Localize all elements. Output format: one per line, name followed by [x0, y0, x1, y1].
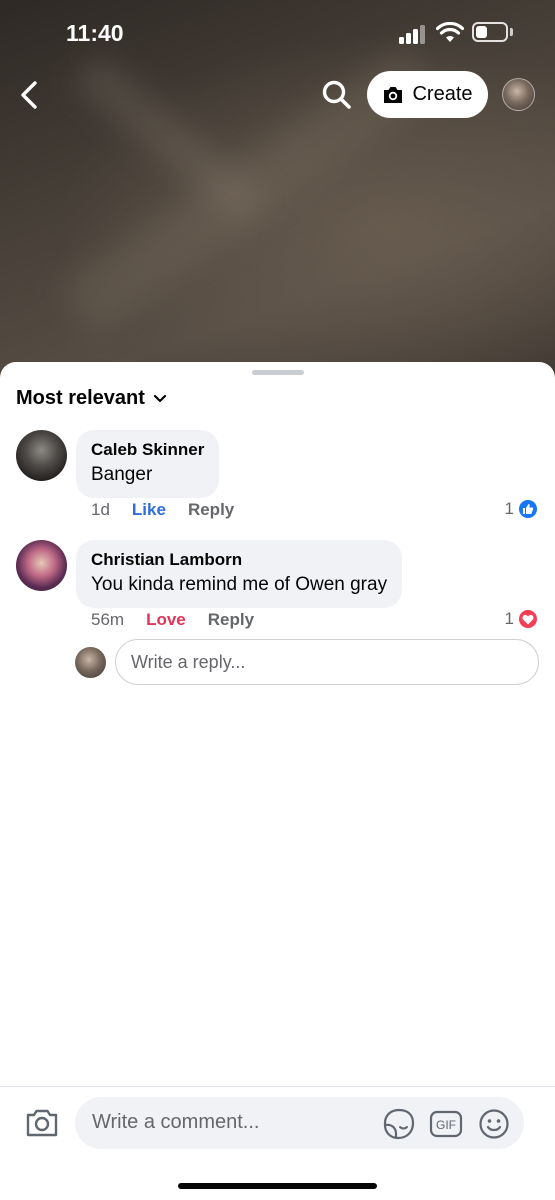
sort-label: Most relevant: [16, 387, 145, 409]
comment-author[interactable]: Caleb Skinner: [91, 439, 204, 461]
comment-actions: 1d Like Reply: [91, 500, 234, 520]
comment-input[interactable]: Write a comment... GIF: [75, 1097, 524, 1149]
comment-author[interactable]: Christian Lamborn: [91, 549, 387, 571]
reply-button[interactable]: Reply: [188, 500, 234, 520]
emoji-icon[interactable]: [477, 1107, 511, 1141]
comment-placeholder: Write a comment...: [92, 1111, 260, 1133]
reply-row: Write a reply...: [75, 639, 540, 686]
reaction-summary[interactable]: 1: [505, 498, 539, 520]
avatar: [75, 647, 106, 678]
wifi-icon: [436, 22, 464, 42]
comment-text: Banger: [91, 464, 153, 485]
comment-composer: Write a comment... GIF: [0, 1086, 555, 1200]
avatar[interactable]: [16, 430, 67, 481]
status-bar: 11:40: [0, 0, 555, 64]
gif-icon[interactable]: GIF: [429, 1107, 463, 1141]
comment-text: You kinda remind me of Owen gray: [91, 574, 388, 595]
comment-bubble[interactable]: Caleb Skinner Banger: [76, 430, 220, 498]
background-blur: [72, 53, 268, 227]
battery-level: [476, 26, 487, 38]
sheet-handle[interactable]: [252, 370, 304, 375]
avatar[interactable]: [16, 540, 67, 591]
reaction-summary[interactable]: 1: [505, 608, 539, 630]
reply-button[interactable]: Reply: [208, 610, 254, 630]
love-reaction-icon: [517, 608, 539, 630]
love-button[interactable]: Love: [146, 610, 186, 630]
sticker-icon[interactable]: [382, 1107, 416, 1141]
comments-sheet: Most relevant Caleb Skinner Banger 1d Li…: [0, 362, 555, 1200]
reply-input[interactable]: Write a reply...: [115, 639, 539, 685]
search-icon[interactable]: [320, 78, 354, 112]
comment-time: 1d: [91, 500, 110, 519]
create-label: Create: [412, 83, 473, 105]
home-indicator: [178, 1183, 377, 1189]
reply-placeholder: Write a reply...: [131, 651, 246, 672]
svg-text:GIF: GIF: [436, 1118, 456, 1132]
status-time: 11:40: [66, 20, 124, 46]
comment-actions: 56m Love Reply: [91, 610, 254, 630]
sort-dropdown[interactable]: Most relevant: [16, 387, 167, 410]
like-button[interactable]: Like: [132, 500, 166, 520]
camera-icon: [384, 86, 403, 103]
camera-icon[interactable]: [24, 1105, 60, 1141]
battery-cap: [510, 28, 513, 36]
reaction-count: 1: [504, 609, 514, 628]
cellular-signal-icon: [399, 24, 429, 44]
like-reaction-icon: [517, 498, 539, 520]
reaction-count: 1: [504, 499, 514, 518]
comment-time: 56m: [91, 610, 125, 629]
battery-icon: [472, 22, 508, 42]
chevron-left-icon[interactable]: [14, 78, 46, 112]
profile-avatar[interactable]: [502, 78, 535, 111]
create-button[interactable]: Create: [367, 71, 488, 118]
comment-bubble[interactable]: Christian Lamborn You kinda remind me of…: [76, 540, 403, 608]
chevron-down-icon: [153, 394, 167, 402]
